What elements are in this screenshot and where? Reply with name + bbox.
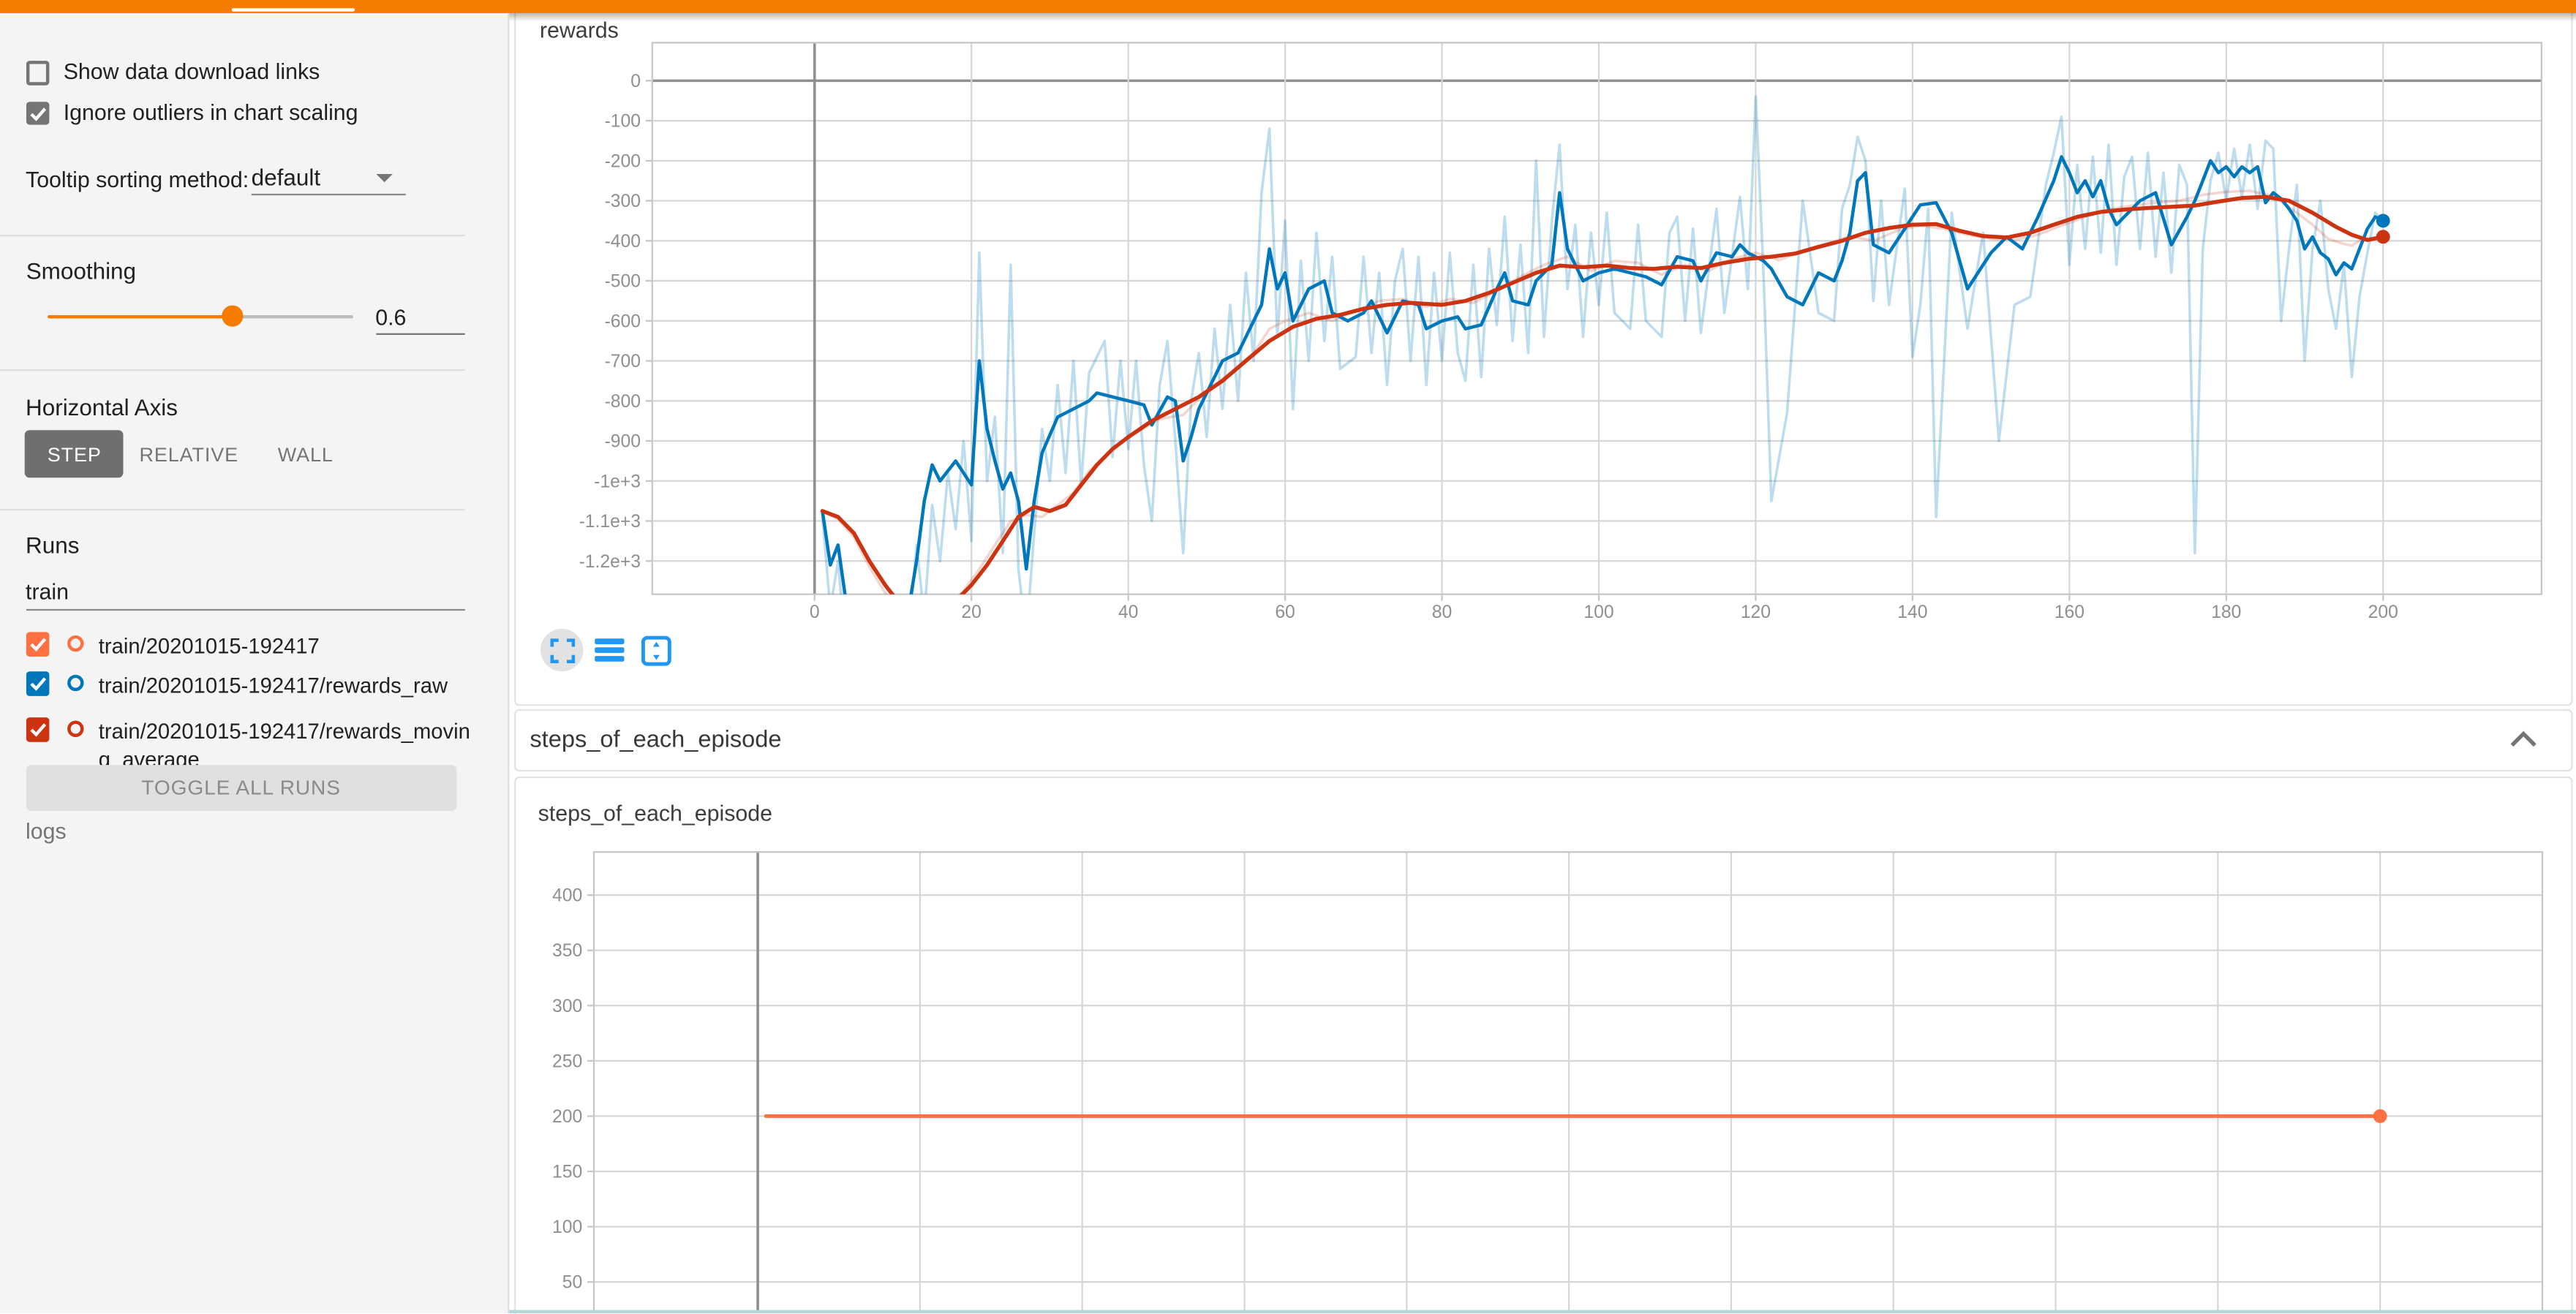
axis-wall-button[interactable]: WALL	[269, 430, 342, 477]
tooltip-sorting-label: Tooltip sorting method:	[26, 167, 249, 193]
run-color-ring	[67, 674, 83, 690]
runs-list-icon[interactable]	[595, 637, 624, 663]
divider	[0, 369, 464, 371]
run-filter-underline	[26, 609, 465, 611]
run-checkbox[interactable]	[26, 717, 50, 741]
rewards-pane	[514, 13, 2572, 705]
window-bottom-edge	[509, 1310, 2576, 1313]
logdir-label: logs	[26, 819, 67, 844]
tensorboard-app: rewards steps_of_each_episode steps_of_e…	[0, 0, 2576, 1313]
smoothing-slider-fill	[48, 314, 232, 319]
steps-pane	[514, 776, 2572, 1314]
run-filter-input[interactable]: train	[26, 578, 69, 603]
show-data-download-links-checkbox[interactable]	[26, 61, 50, 85]
ignore-outliers-checkbox[interactable]	[26, 102, 50, 126]
smoothing-input-underline	[375, 333, 464, 334]
divider	[0, 234, 464, 235]
axis-step-button[interactable]: STEP	[25, 430, 124, 477]
ignore-outliers-row[interactable]: Ignore outliers in chart scaling	[26, 100, 358, 127]
fit-domain-icon[interactable]	[641, 635, 672, 667]
smoothing-slider-knob[interactable]	[221, 306, 242, 327]
divider	[0, 508, 464, 510]
run-row[interactable]: train/20201015-192417/rewards_raw	[26, 671, 486, 700]
smoothing-label: Smoothing	[26, 257, 136, 283]
section-header-label: steps_of_each_episode	[530, 726, 781, 752]
horizontal-axis-label: Horizontal Axis	[26, 393, 178, 420]
run-name: train/20201015-192417	[99, 632, 473, 660]
toggle-all-runs-button[interactable]: TOGGLE ALL RUNS	[26, 764, 457, 810]
checkbox-label: Show data download links	[64, 59, 320, 86]
settings-sidebar: Show data download links Ignore outliers…	[0, 12, 508, 1313]
run-name: train/20201015-192417/rewards_raw	[99, 671, 473, 700]
section-header-steps-of-each-episode[interactable]	[514, 709, 2572, 771]
runs-label: Runs	[26, 531, 79, 557]
run-row[interactable]: train/20201015-192417	[26, 632, 486, 660]
chevron-up-icon[interactable]	[2507, 728, 2540, 754]
chevron-down-icon[interactable]	[376, 174, 392, 182]
run-color-ring	[67, 635, 83, 651]
run-checkbox[interactable]	[26, 671, 50, 695]
rewards-chart-title: rewards	[540, 18, 619, 43]
steps-chart-title: steps_of_each_episode	[538, 801, 772, 826]
axis-relative-button[interactable]: RELATIVE	[138, 430, 240, 477]
show-data-download-links-row[interactable]: Show data download links	[26, 59, 320, 86]
app-header-bar	[0, 0, 2576, 12]
select-underline	[252, 194, 405, 195]
expand-chart-icon[interactable]	[549, 638, 574, 662]
smoothing-value-input[interactable]: 0.6	[375, 304, 406, 329]
checkbox-label: Ignore outliers in chart scaling	[64, 100, 358, 127]
run-checkbox[interactable]	[26, 632, 50, 656]
run-color-ring	[67, 720, 83, 736]
tooltip-sorting-select[interactable]: default	[252, 164, 320, 190]
